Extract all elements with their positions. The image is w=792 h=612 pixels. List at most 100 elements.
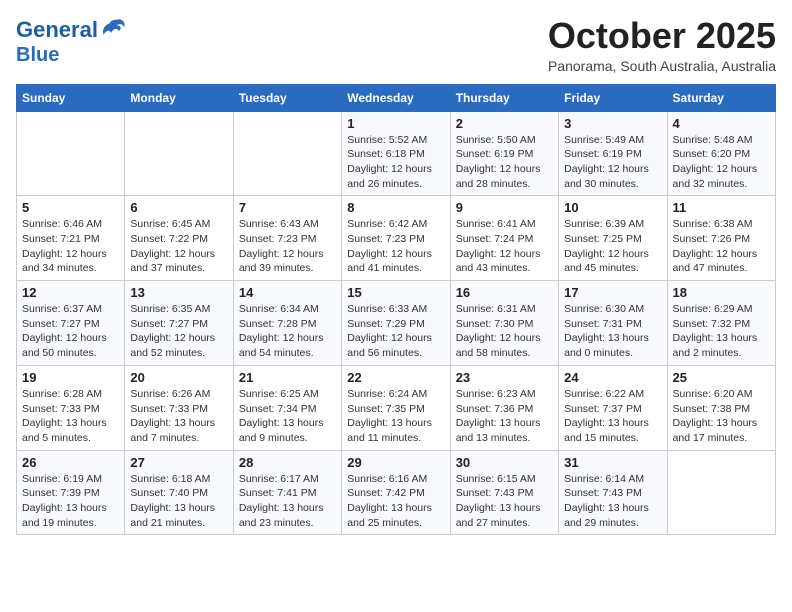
day-info: Sunrise: 6:30 AMSunset: 7:31 PMDaylight:… <box>564 302 661 361</box>
calendar-cell: 27 Sunrise: 6:18 AMSunset: 7:40 PMDayligh… <box>125 450 233 535</box>
day-number: 18 <box>673 285 770 300</box>
day-number: 30 <box>456 455 553 470</box>
day-info: Sunrise: 6:14 AMSunset: 7:43 PMDaylight:… <box>564 472 661 531</box>
location: Panorama, South Australia, Australia <box>548 58 776 74</box>
calendar-cell: 14 Sunrise: 6:34 AMSunset: 7:28 PMDayligh… <box>233 281 341 366</box>
day-number: 10 <box>564 200 661 215</box>
calendar-cell: 30 Sunrise: 6:15 AMSunset: 7:43 PMDayligh… <box>450 450 558 535</box>
day-info: Sunrise: 6:18 AMSunset: 7:40 PMDaylight:… <box>130 472 227 531</box>
day-number: 27 <box>130 455 227 470</box>
calendar-cell: 26 Sunrise: 6:19 AMSunset: 7:39 PMDayligh… <box>17 450 125 535</box>
day-info: Sunrise: 6:19 AMSunset: 7:39 PMDaylight:… <box>22 472 119 531</box>
header-row: SundayMondayTuesdayWednesdayThursdayFrid… <box>17 84 776 111</box>
calendar-cell: 28 Sunrise: 6:17 AMSunset: 7:41 PMDayligh… <box>233 450 341 535</box>
day-number: 15 <box>347 285 444 300</box>
day-info: Sunrise: 6:16 AMSunset: 7:42 PMDaylight:… <box>347 472 444 531</box>
day-info: Sunrise: 6:45 AMSunset: 7:22 PMDaylight:… <box>130 217 227 276</box>
calendar-cell: 23Sunrise: 6:23 AMSunset: 7:36 PMDayligh… <box>450 365 558 450</box>
day-info: Sunrise: 6:25 AMSunset: 7:34 PMDaylight:… <box>239 387 336 446</box>
day-info: Sunrise: 6:34 AMSunset: 7:28 PMDaylight:… <box>239 302 336 361</box>
day-info: Sunrise: 6:29 AMSunset: 7:32 PMDaylight:… <box>673 302 770 361</box>
day-number: 16 <box>456 285 553 300</box>
day-number: 14 <box>239 285 336 300</box>
logo-general: General <box>16 17 98 42</box>
day-number: 20 <box>130 370 227 385</box>
calendar-cell: 9 Sunrise: 6:41 AMSunset: 7:24 PMDaylight… <box>450 196 558 281</box>
day-number: 24 <box>564 370 661 385</box>
header-day-wednesday: Wednesday <box>342 84 450 111</box>
day-number: 12 <box>22 285 119 300</box>
day-info: Sunrise: 6:17 AMSunset: 7:41 PMDaylight:… <box>239 472 336 531</box>
calendar-cell <box>125 111 233 196</box>
day-number: 21 <box>239 370 336 385</box>
calendar-cell: 11 Sunrise: 6:38 AMSunset: 7:26 PMDayligh… <box>667 196 775 281</box>
week-row-4: 19 Sunrise: 6:28 AMSunset: 7:33 PMDayligh… <box>17 365 776 450</box>
calendar-cell: 21 Sunrise: 6:25 AMSunset: 7:34 PMDayligh… <box>233 365 341 450</box>
day-number: 13 <box>130 285 227 300</box>
day-info: Sunrise: 6:38 AMSunset: 7:26 PMDaylight:… <box>673 217 770 276</box>
week-row-5: 26 Sunrise: 6:19 AMSunset: 7:39 PMDayligh… <box>17 450 776 535</box>
calendar-cell <box>233 111 341 196</box>
calendar-table: SundayMondayTuesdayWednesdayThursdayFrid… <box>16 84 776 536</box>
day-info: Sunrise: 6:41 AMSunset: 7:24 PMDaylight:… <box>456 217 553 276</box>
calendar-cell: 22Sunrise: 6:24 AMSunset: 7:35 PMDayligh… <box>342 365 450 450</box>
day-number: 5 <box>22 200 119 215</box>
week-row-3: 12Sunrise: 6:37 AMSunset: 7:27 PMDayligh… <box>17 281 776 366</box>
header-day-thursday: Thursday <box>450 84 558 111</box>
day-number: 1 <box>347 116 444 131</box>
calendar-cell: 5 Sunrise: 6:46 AMSunset: 7:21 PMDaylight… <box>17 196 125 281</box>
logo-icon <box>100 16 128 44</box>
day-number: 11 <box>673 200 770 215</box>
day-info: Sunrise: 5:48 AMSunset: 6:20 PMDaylight:… <box>673 133 770 192</box>
day-number: 28 <box>239 455 336 470</box>
day-info: Sunrise: 6:35 AMSunset: 7:27 PMDaylight:… <box>130 302 227 361</box>
day-info: Sunrise: 6:33 AMSunset: 7:29 PMDaylight:… <box>347 302 444 361</box>
calendar-cell: 24Sunrise: 6:22 AMSunset: 7:37 PMDayligh… <box>559 365 667 450</box>
header-day-friday: Friday <box>559 84 667 111</box>
calendar-cell: 8 Sunrise: 6:42 AMSunset: 7:23 PMDaylight… <box>342 196 450 281</box>
day-number: 9 <box>456 200 553 215</box>
calendar-cell <box>17 111 125 196</box>
day-number: 3 <box>564 116 661 131</box>
day-number: 19 <box>22 370 119 385</box>
calendar-cell: 16Sunrise: 6:31 AMSunset: 7:30 PMDayligh… <box>450 281 558 366</box>
day-number: 8 <box>347 200 444 215</box>
day-number: 22 <box>347 370 444 385</box>
title-area: October 2025 Panorama, South Australia, … <box>548 16 776 74</box>
day-info: Sunrise: 5:50 AMSunset: 6:19 PMDaylight:… <box>456 133 553 192</box>
day-info: Sunrise: 6:28 AMSunset: 7:33 PMDaylight:… <box>22 387 119 446</box>
logo: General Blue <box>16 16 128 66</box>
header-day-tuesday: Tuesday <box>233 84 341 111</box>
calendar-cell: 10 Sunrise: 6:39 AMSunset: 7:25 PMDayligh… <box>559 196 667 281</box>
day-info: Sunrise: 6:20 AMSunset: 7:38 PMDaylight:… <box>673 387 770 446</box>
day-info: Sunrise: 6:39 AMSunset: 7:25 PMDaylight:… <box>564 217 661 276</box>
month-title: October 2025 <box>548 16 776 56</box>
calendar-cell: 15 Sunrise: 6:33 AMSunset: 7:29 PMDayligh… <box>342 281 450 366</box>
page-header: General Blue October 2025 Panorama, Sout… <box>16 16 776 74</box>
day-number: 6 <box>130 200 227 215</box>
calendar-cell: 12Sunrise: 6:37 AMSunset: 7:27 PMDayligh… <box>17 281 125 366</box>
calendar-cell: 6 Sunrise: 6:45 AMSunset: 7:22 PMDaylight… <box>125 196 233 281</box>
calendar-cell: 1Sunrise: 5:52 AMSunset: 6:18 PMDaylight… <box>342 111 450 196</box>
calendar-cell: 13 Sunrise: 6:35 AMSunset: 7:27 PMDayligh… <box>125 281 233 366</box>
day-info: Sunrise: 6:42 AMSunset: 7:23 PMDaylight:… <box>347 217 444 276</box>
calendar-cell: 25 Sunrise: 6:20 AMSunset: 7:38 PMDayligh… <box>667 365 775 450</box>
day-info: Sunrise: 6:23 AMSunset: 7:36 PMDaylight:… <box>456 387 553 446</box>
day-number: 29 <box>347 455 444 470</box>
calendar-cell: 18 Sunrise: 6:29 AMSunset: 7:32 PMDayligh… <box>667 281 775 366</box>
day-number: 25 <box>673 370 770 385</box>
day-number: 4 <box>673 116 770 131</box>
header-day-saturday: Saturday <box>667 84 775 111</box>
day-number: 26 <box>22 455 119 470</box>
day-number: 17 <box>564 285 661 300</box>
week-row-1: 1Sunrise: 5:52 AMSunset: 6:18 PMDaylight… <box>17 111 776 196</box>
day-info: Sunrise: 6:15 AMSunset: 7:43 PMDaylight:… <box>456 472 553 531</box>
calendar-cell: 31Sunrise: 6:14 AMSunset: 7:43 PMDayligh… <box>559 450 667 535</box>
calendar-cell: 2Sunrise: 5:50 AMSunset: 6:19 PMDaylight… <box>450 111 558 196</box>
logo-blue: Blue <box>16 44 128 66</box>
day-info: Sunrise: 6:43 AMSunset: 7:23 PMDaylight:… <box>239 217 336 276</box>
calendar-cell: 17 Sunrise: 6:30 AMSunset: 7:31 PMDayligh… <box>559 281 667 366</box>
calendar-cell: 7Sunrise: 6:43 AMSunset: 7:23 PMDaylight… <box>233 196 341 281</box>
calendar-cell: 19 Sunrise: 6:28 AMSunset: 7:33 PMDayligh… <box>17 365 125 450</box>
day-info: Sunrise: 6:46 AMSunset: 7:21 PMDaylight:… <box>22 217 119 276</box>
